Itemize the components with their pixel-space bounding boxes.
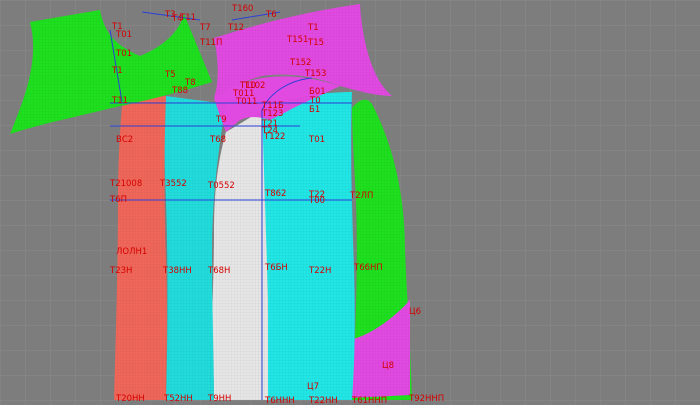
point-label: T862 [264, 189, 286, 199]
point-label: T15 [307, 38, 324, 48]
point-label: T66НП [353, 263, 383, 273]
point-label: ВС2 [116, 135, 133, 145]
point-label: T123 [261, 109, 283, 119]
point-label: T01 [115, 30, 132, 40]
point-label: T9 [215, 115, 227, 125]
point-label: T22НН [308, 396, 338, 405]
point-label: T01 [115, 49, 132, 59]
point-label: T52НН [163, 394, 193, 404]
point-label: T22Н [308, 266, 331, 276]
pattern-drawing: T1T01T3T4T11T7T160T6T12 T1T151 T15T11ПT152… [0, 0, 700, 405]
point-label: T11 [111, 96, 128, 106]
point-label: Т01 [308, 135, 325, 145]
point-label: T6ННН [264, 396, 295, 405]
point-label: T3552 [159, 179, 187, 189]
point-label: T6П [109, 195, 127, 205]
point-label: T20НН [115, 394, 145, 404]
point-label: T2ЗН [109, 266, 132, 276]
point-label: Т00 [308, 196, 325, 206]
point-label: T6 [265, 10, 277, 20]
point-label: T12 [227, 23, 244, 33]
point-label: T122 [263, 132, 285, 142]
point-label: T68Н [207, 266, 230, 276]
point-label: T21008 [109, 179, 142, 189]
point-label: T151 [286, 35, 308, 45]
point-label: T61ННП [351, 396, 387, 405]
point-label: Ц8 [382, 361, 394, 371]
point-label: Ц6 [409, 307, 421, 317]
point-label: T160 [231, 4, 253, 14]
point-label: ЛОЛН1 [116, 247, 147, 257]
point-label: T1 [307, 23, 319, 33]
point-label: T21 [261, 119, 278, 129]
point-label: Б01 [309, 87, 326, 97]
point-label: Т68 [209, 135, 226, 145]
point-label: T5 [164, 70, 176, 80]
point-label: T0552 [207, 181, 235, 191]
point-label: T2ЛП [349, 191, 373, 201]
point-label: T88 [171, 86, 188, 96]
point-label: T38НН [162, 266, 192, 276]
point-label: T11 [179, 13, 196, 23]
point-label: T9НН [207, 394, 231, 404]
point-label: Б1 [309, 105, 320, 115]
point-label: T1 [111, 66, 123, 76]
point-label: T152 [289, 58, 311, 68]
point-label: T11П [199, 38, 222, 48]
point-label: T92ННП [408, 394, 444, 404]
point-label: T6БН [264, 263, 288, 273]
point-label: T011 [235, 97, 257, 107]
pattern-canvas[interactable]: T1 T01 T3 T4 T11 T7 T160 T6 T12 T1 T151 T15 T11П T152… [0, 0, 700, 405]
point-label: T153 [304, 69, 326, 79]
point-label: Ц7 [307, 382, 319, 392]
point-label: T7 [199, 23, 211, 33]
